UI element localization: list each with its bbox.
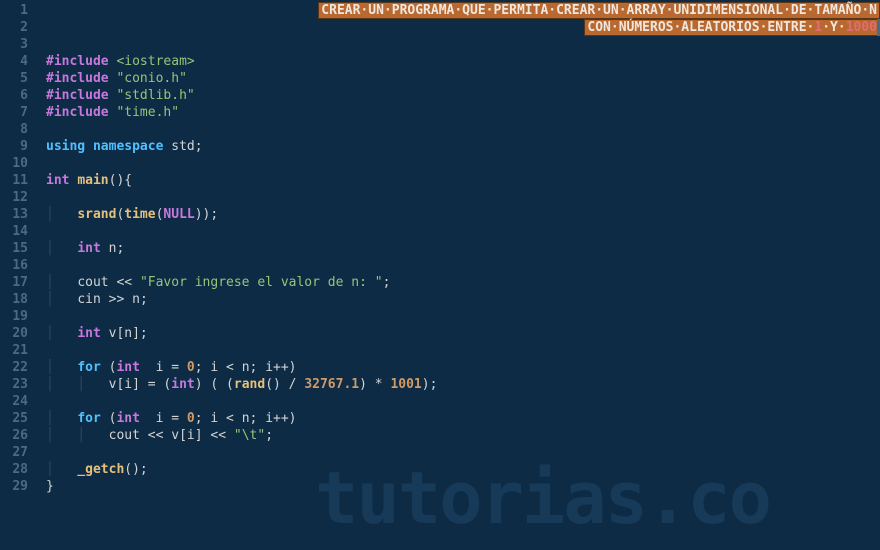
line-number: 14 bbox=[0, 223, 28, 240]
line-number: 26 bbox=[0, 427, 28, 444]
code-line: │ for (int i = 0; i < n; i++) bbox=[46, 359, 880, 376]
line-number: 17 bbox=[0, 274, 28, 291]
code-line: using namespace std; bbox=[46, 138, 880, 155]
line-number: 19 bbox=[0, 308, 28, 325]
line-number: 2 bbox=[0, 19, 28, 36]
code-line: │ for (int i = 0; i < n; i++) bbox=[46, 410, 880, 427]
code-line: │ _getch(); bbox=[46, 461, 880, 478]
code-line: │ int n; bbox=[46, 240, 880, 257]
line-number: 15 bbox=[0, 240, 28, 257]
line-number: 5 bbox=[0, 70, 28, 87]
code-line: │ srand(time(NULL)); bbox=[46, 206, 880, 223]
code-line: │ cout << "Favor ingrese el valor de n: … bbox=[46, 274, 880, 291]
code-line bbox=[46, 393, 880, 410]
code-line bbox=[46, 36, 880, 53]
code-line bbox=[46, 257, 880, 274]
code-line: CREAR·UN·PROGRAMA·QUE·PERMITA·CREAR·UN·A… bbox=[46, 2, 880, 19]
line-number: 16 bbox=[0, 257, 28, 274]
line-number: 10 bbox=[0, 155, 28, 172]
code-line: } bbox=[46, 478, 880, 495]
line-number: 25 bbox=[0, 410, 28, 427]
line-number: 23 bbox=[0, 376, 28, 393]
line-number: 9 bbox=[0, 138, 28, 155]
code-line bbox=[46, 308, 880, 325]
line-number: 1 bbox=[0, 2, 28, 19]
code-line: #include "conio.h" bbox=[46, 70, 880, 87]
line-number: 12 bbox=[0, 189, 28, 206]
line-number: 20 bbox=[0, 325, 28, 342]
code-line bbox=[46, 444, 880, 461]
code-line: int main(){ bbox=[46, 172, 880, 189]
line-number: 11 bbox=[0, 172, 28, 189]
code-line bbox=[46, 223, 880, 240]
code-line bbox=[46, 121, 880, 138]
code-line: #include "stdlib.h" bbox=[46, 87, 880, 104]
line-number: 22 bbox=[0, 359, 28, 376]
code-line: │ │ cout << v[i] << "\t"; bbox=[46, 427, 880, 444]
code-line bbox=[46, 155, 880, 172]
code-line: #include "time.h" bbox=[46, 104, 880, 121]
line-number: 29 bbox=[0, 478, 28, 495]
code-editor: 1 2 3 4 5 6 7 8 9 10 11 12 13 14 15 16 1… bbox=[0, 0, 880, 550]
code-line: │ │ v[i] = (int) ( (rand() / 32767.1) * … bbox=[46, 376, 880, 393]
line-number: 7 bbox=[0, 104, 28, 121]
line-number: 8 bbox=[0, 121, 28, 138]
line-number: 4 bbox=[0, 53, 28, 70]
line-number: 6 bbox=[0, 87, 28, 104]
code-line: │ cin >> n; bbox=[46, 291, 880, 308]
line-number: 3 bbox=[0, 36, 28, 53]
line-number: 18 bbox=[0, 291, 28, 308]
line-number: 13 bbox=[0, 206, 28, 223]
code-area[interactable]: CREAR·UN·PROGRAMA·QUE·PERMITA·CREAR·UN·A… bbox=[36, 0, 880, 550]
code-line bbox=[46, 342, 880, 359]
code-line: #include <iostream> bbox=[46, 53, 880, 70]
line-number: 24 bbox=[0, 393, 28, 410]
line-number: 28 bbox=[0, 461, 28, 478]
code-line bbox=[46, 189, 880, 206]
code-line: │ int v[n]; bbox=[46, 325, 880, 342]
line-number-gutter: 1 2 3 4 5 6 7 8 9 10 11 12 13 14 15 16 1… bbox=[0, 0, 36, 550]
line-number: 27 bbox=[0, 444, 28, 461]
line-number: 21 bbox=[0, 342, 28, 359]
code-line: CON·NÚMEROS·ALEATORIOS·ENTRE·1·Y·1000 bbox=[46, 19, 880, 36]
